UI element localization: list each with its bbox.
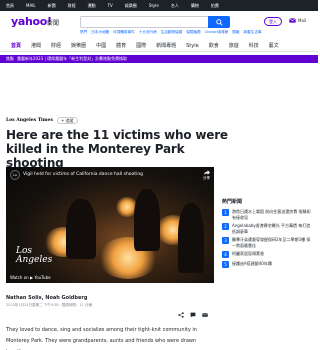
- topbar-item[interactable]: 新聞: [48, 3, 56, 9]
- video-share-button[interactable]: 分享: [203, 170, 210, 181]
- nav-tab[interactable]: 港聞: [31, 42, 41, 49]
- person-silhouette: [178, 203, 204, 273]
- trending-link[interactable]: 熱門: [80, 30, 87, 35]
- article-body: They loved to dance, sing and socialize …: [6, 327, 197, 350]
- topbar-item[interactable]: TV: [108, 3, 113, 8]
- topbar-item[interactable]: 財經: [68, 3, 76, 9]
- trending-link[interactable]: 十大流行病: [139, 30, 157, 35]
- trending-headline[interactable]: 港首日遭水上樂園 前向住客送還房費 指稱如有接收見: [232, 209, 314, 220]
- person-silhouette: [134, 189, 160, 251]
- nav-tab[interactable]: 科技: [249, 42, 259, 49]
- trending-news-panel: 熱門新聞 1 港首日遭水上樂園 前向住客送還房費 指稱如有接收見 2 Angel…: [222, 198, 314, 271]
- trending-rank: 2: [222, 223, 229, 230]
- topbar-item[interactable]: 購物: [191, 3, 199, 9]
- video-player[interactable]: LA Vigil held for victims of California …: [6, 167, 214, 283]
- la-times-video-watermark: Los Angeles: [16, 247, 52, 265]
- trending-headline[interactable]: 接踵迪A搭建銀40年蹟: [232, 261, 272, 267]
- topbar-item[interactable]: MAIL: [26, 3, 36, 8]
- logo-section-label[interactable]: 新聞: [47, 18, 59, 27]
- trending-title: 熱門新聞: [222, 199, 243, 205]
- trending-link[interactable]: 閱報: [232, 30, 239, 35]
- article-dateline: 2023年1月24日星期二 下午4:38 · 閱讀時間：11 分鐘: [6, 303, 92, 307]
- breaking-text: 農曆新年2023 | 環保農曆年「新生利是封」計劃地點免費換取: [17, 56, 128, 61]
- article-source-row: Los Angeles Times + 追蹤: [6, 117, 78, 124]
- nav-tab[interactable]: 國際: [136, 42, 146, 49]
- nav-tab-home[interactable]: 首頁: [11, 42, 21, 49]
- article-headline: Here are the 11 victims who were killed …: [6, 128, 228, 170]
- nav-tab[interactable]: 新聞專題: [156, 42, 176, 49]
- nav-tab[interactable]: 體育: [116, 42, 126, 49]
- trending-item[interactable]: 1 港首日遭水上樂園 前向住客送還房費 指稱如有接收見: [222, 209, 314, 220]
- trending-link[interactable]: 保險議題: [186, 30, 200, 35]
- trending-item[interactable]: 5 接踵迪A搭建銀40年蹟: [222, 261, 314, 268]
- comment-icon[interactable]: [190, 312, 196, 318]
- nav-tab[interactable]: Style: [186, 43, 199, 49]
- topbar-item[interactable]: 首頁: [6, 3, 14, 9]
- person-silhouette: [66, 199, 96, 259]
- trending-rank: 4: [222, 251, 229, 258]
- share-icon[interactable]: [178, 312, 184, 318]
- trending-link[interactable]: 坪頂體育事件: [113, 30, 135, 35]
- article-authors: Nathan Solis, Noah Goldberg: [6, 295, 88, 301]
- share-toolbar: [178, 312, 208, 318]
- trending-link[interactable]: Charon咖啡館: [205, 30, 229, 35]
- email-icon[interactable]: [202, 312, 208, 318]
- source-logo[interactable]: Los Angeles Times: [6, 118, 53, 123]
- nav-tab[interactable]: 藝文: [269, 42, 279, 49]
- trending-rank: 1: [222, 209, 229, 216]
- topbar-item[interactable]: 拍賣: [211, 3, 219, 9]
- trending-headline[interactable]: Angelababy香港賽宅曝光 平方萬價 每打造低調豪華: [232, 223, 314, 234]
- mail-link[interactable]: Mail: [298, 18, 306, 23]
- trending-item[interactable]: 3 醫專牙弟遭督導發掘保研2年至二學期3樓 採一幣面最靠佳: [222, 237, 314, 248]
- search-icon: [215, 18, 223, 26]
- topbar-item[interactable]: 運動: [88, 3, 96, 9]
- topbar-item[interactable]: 名人: [171, 3, 179, 9]
- watermark-line: Angeles: [16, 255, 53, 265]
- mail-icon[interactable]: [289, 18, 296, 23]
- top-bar: 首頁 MAIL 新聞 財經 運動 TV 娛樂圈 Style 名人 購物 拍賣: [0, 0, 318, 11]
- video-title[interactable]: Vigil held for victims of California dan…: [23, 172, 143, 177]
- topbar-item[interactable]: Style: [149, 3, 159, 8]
- nav-tab[interactable]: 娛樂圈: [71, 42, 86, 49]
- trending-rank: 5: [222, 261, 229, 268]
- channel-avatar[interactable]: LA: [10, 170, 20, 180]
- topbar-item[interactable]: 娛樂圈: [125, 3, 137, 9]
- breaking-news-banner[interactable]: 焦點 農曆新年2023 | 環保農曆年「新生利是封」計劃地點免費換取: [0, 55, 318, 63]
- search-button[interactable]: [208, 16, 230, 28]
- trending-links: 熱門 日本大地震 坪頂體育事件 十大流行病 生活動物保護 保險議題 Charon…: [80, 30, 261, 35]
- follow-button[interactable]: + 追蹤: [56, 117, 78, 124]
- trending-link[interactable]: 日本大地震: [91, 30, 109, 35]
- trending-item[interactable]: 2 Angelababy香港賽宅曝光 平方萬價 每打造低調豪華: [222, 223, 314, 234]
- share-arrow-icon: [203, 170, 210, 175]
- trending-link[interactable]: 新春生活事: [243, 30, 261, 35]
- video-share-label: 分享: [203, 176, 210, 180]
- trending-link[interactable]: 生活動物保護: [161, 30, 183, 35]
- trending-rank: 3: [222, 237, 229, 244]
- trending-headline[interactable]: 柯麗家居容傳素香: [232, 251, 264, 257]
- breaking-tag: 焦點: [6, 56, 14, 61]
- nav-tab[interactable]: 財經: [51, 42, 61, 49]
- login-button[interactable]: 登入: [264, 17, 282, 26]
- trending-headline[interactable]: 醫專牙弟遭督導發掘保研2年至二學期3樓 採一幣面最靠佳: [232, 237, 314, 248]
- yahoo-logo[interactable]: yahoo!: [11, 15, 52, 28]
- main-nav: 首頁 港聞 財經 娛樂圈 中國 體育 國際 新聞專題 Style 飲食 旅遊 科…: [0, 40, 318, 52]
- trending-item[interactable]: 4 柯麗家居容傳素香: [222, 251, 314, 258]
- nav-tab[interactable]: 旅遊: [229, 42, 239, 49]
- nav-tab[interactable]: 中國: [96, 42, 106, 49]
- search-input[interactable]: [80, 16, 208, 28]
- nav-tab[interactable]: 飲食: [209, 42, 219, 49]
- watch-on-youtube[interactable]: Watch on ▶ YouTube: [10, 275, 51, 280]
